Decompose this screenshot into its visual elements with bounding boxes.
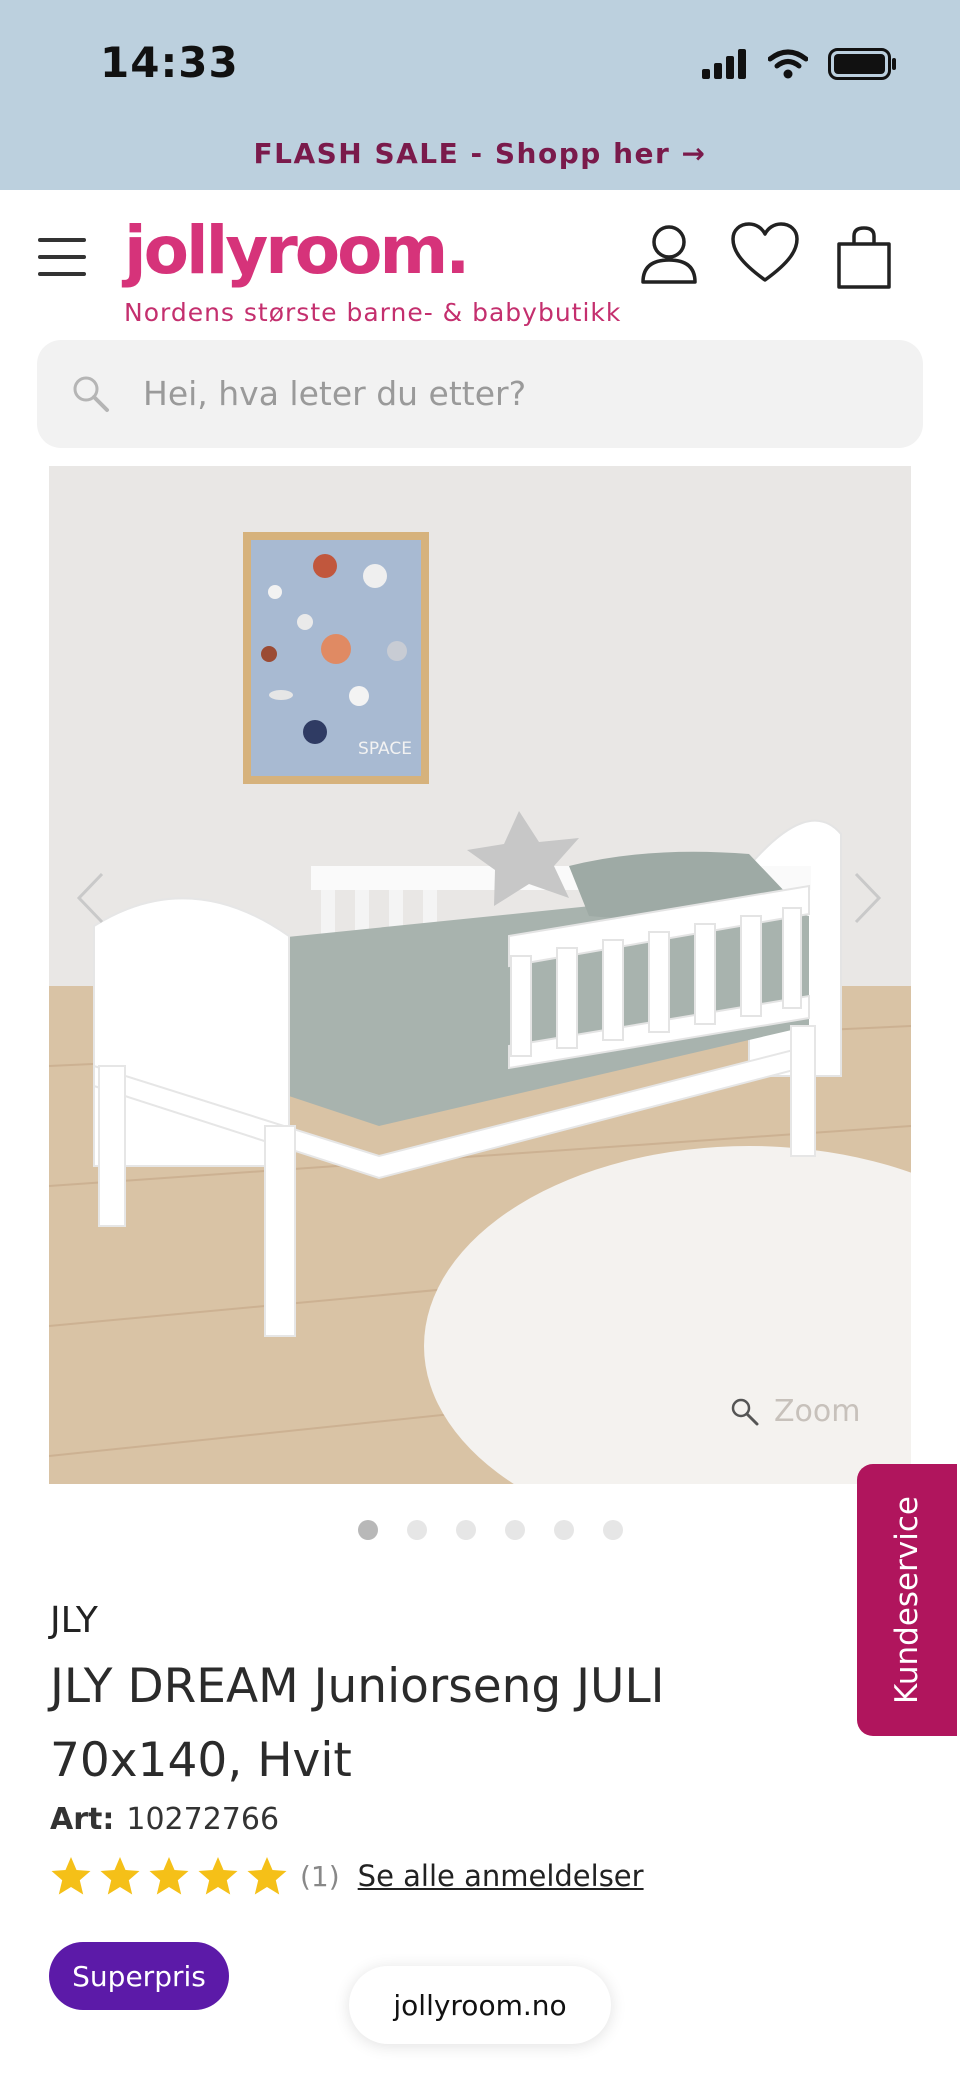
customer-service-tab[interactable]: Kundeservice xyxy=(857,1464,957,1736)
browser-url-bar[interactable]: jollyroom.no xyxy=(349,1966,611,2044)
product-image[interactable]: SPACE xyxy=(49,466,911,1484)
star-icon xyxy=(51,1857,91,1895)
carousel-dots xyxy=(358,1520,623,1540)
search-placeholder: Hei, hva leter du etter? xyxy=(143,374,527,413)
review-count: (1) xyxy=(300,1859,340,1893)
status-icons xyxy=(702,44,898,84)
logo[interactable]: jollyroom. xyxy=(124,212,470,289)
wifi-icon xyxy=(768,49,808,79)
shopping-bag-icon[interactable] xyxy=(836,226,892,290)
carousel-dot[interactable] xyxy=(554,1520,574,1540)
article-number: Art: 10272766 xyxy=(50,1802,279,1837)
star-icon xyxy=(100,1857,140,1895)
tagline: Nordens største barne- & babybutikk xyxy=(124,298,622,327)
star-icon xyxy=(247,1857,287,1895)
battery-icon xyxy=(828,48,896,80)
carousel-dot[interactable] xyxy=(456,1520,476,1540)
star-rating xyxy=(50,1856,288,1896)
product-brand[interactable]: JLY xyxy=(50,1600,98,1641)
zoom-label: Zoom xyxy=(774,1394,861,1429)
rating-row: (1) Se alle anmeldelser xyxy=(50,1856,644,1896)
heart-icon[interactable] xyxy=(730,222,800,284)
carousel-dot[interactable] xyxy=(505,1520,525,1540)
carousel-dot[interactable] xyxy=(603,1520,623,1540)
carousel-dot[interactable] xyxy=(358,1520,378,1540)
site-header: jollyroom. Nordens største barne- & baby… xyxy=(0,190,960,340)
cellular-signal-icon xyxy=(702,49,746,79)
zoom-button[interactable]: Zoom xyxy=(730,1394,860,1429)
account-icon[interactable] xyxy=(640,222,698,286)
menu-icon[interactable] xyxy=(38,238,86,276)
customer-service-label: Kundeservice xyxy=(889,1496,925,1704)
status-time: 14:33 xyxy=(100,38,239,87)
search-icon xyxy=(73,376,109,412)
poster-text: SPACE xyxy=(358,739,412,759)
chevron-left-icon[interactable] xyxy=(74,870,106,926)
article-value: 10272766 xyxy=(126,1802,280,1837)
carousel-dot[interactable] xyxy=(407,1520,427,1540)
star-icon xyxy=(149,1857,189,1895)
flash-sale-link[interactable]: FLASH SALE - Shopp her → xyxy=(0,137,960,170)
superpris-badge: Superpris xyxy=(49,1942,229,2010)
product-title: JLY DREAM Juniorseng JULI 70x140, Hvit xyxy=(50,1659,665,1788)
article-label: Art: xyxy=(50,1802,115,1837)
search-input[interactable]: Hei, hva leter du etter? xyxy=(37,340,923,448)
toddler-bed-photo: SPACE xyxy=(49,466,911,1484)
see-all-reviews-link[interactable]: Se alle anmeldelser xyxy=(358,1859,644,1893)
star-icon xyxy=(198,1857,238,1895)
chevron-right-icon[interactable] xyxy=(852,870,884,926)
magnifier-icon xyxy=(731,1398,759,1425)
